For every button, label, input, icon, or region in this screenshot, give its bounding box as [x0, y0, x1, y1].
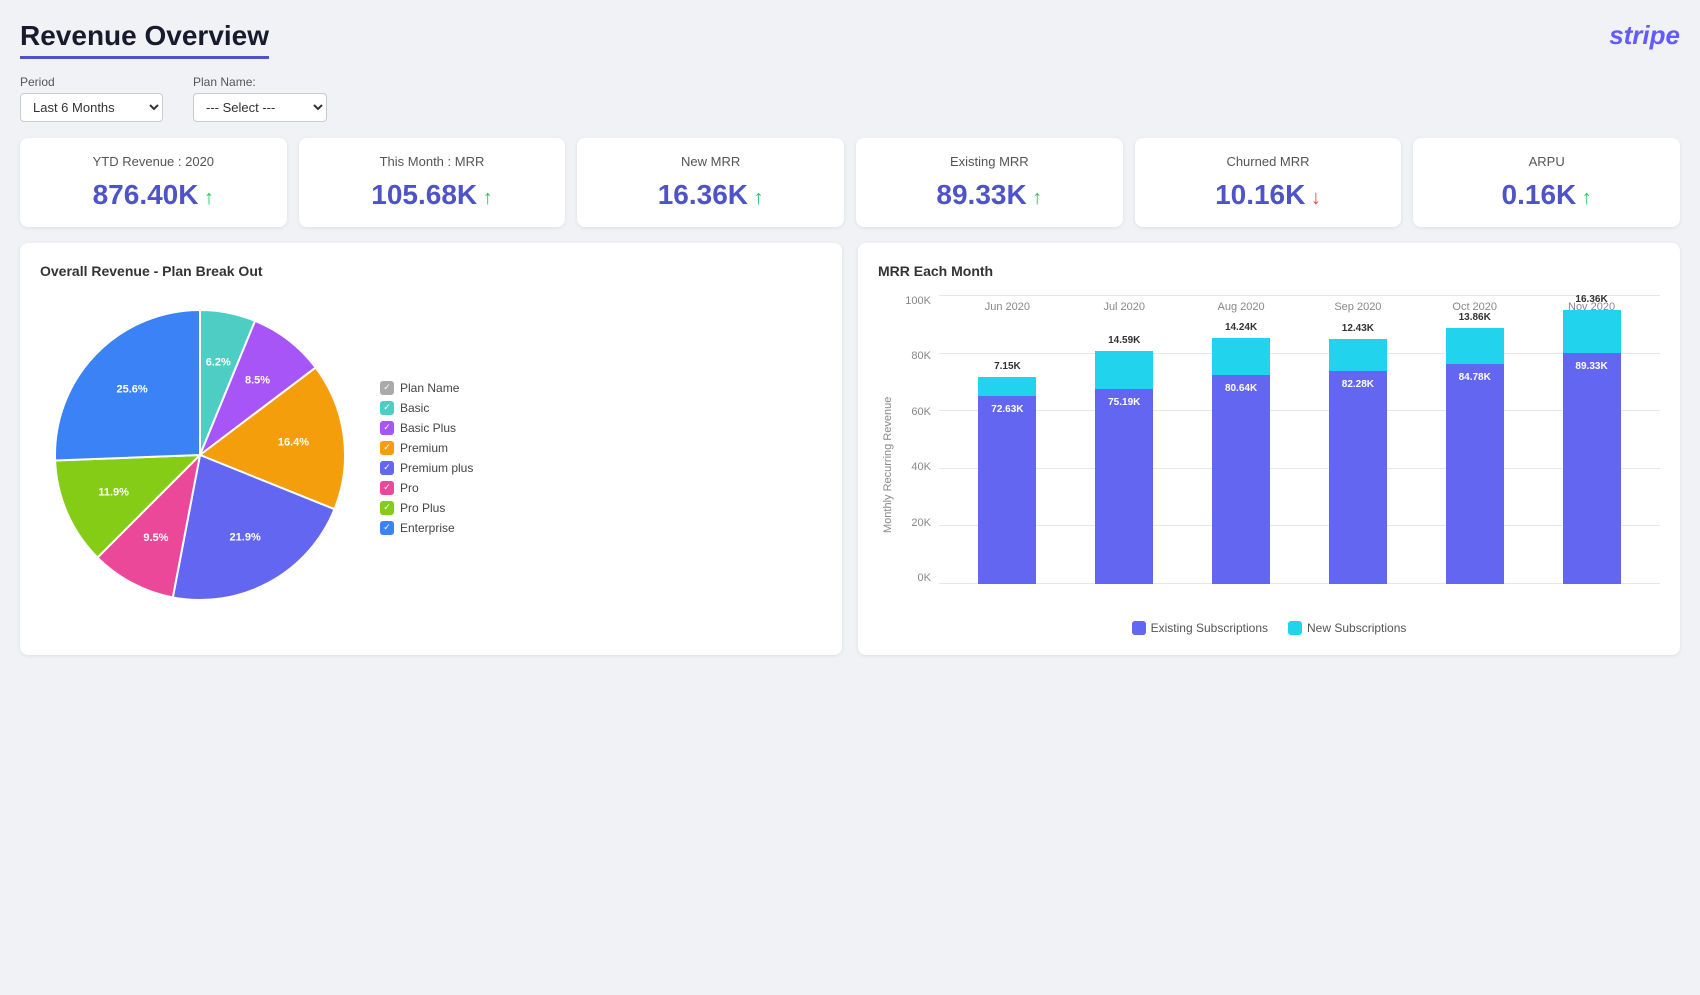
- charts-row: Overall Revenue - Plan Break Out 6.2% 8.…: [20, 243, 1680, 655]
- svg-text:6.2%: 6.2%: [206, 356, 231, 368]
- trend-up-icon: ↑: [198, 187, 214, 209]
- kpi-row: YTD Revenue : 2020 876.40K ↑ This Month …: [20, 138, 1680, 227]
- kpi-label: ARPU: [1433, 154, 1660, 169]
- bar-group: 7.15K 72.63K: [972, 377, 1042, 584]
- kpi-card: YTD Revenue : 2020 876.40K ↑: [20, 138, 287, 227]
- bar-new: 7.15K: [978, 377, 1036, 396]
- plan-select[interactable]: --- Select ---BasicBasic PlusPremiumPrem…: [193, 93, 327, 122]
- bar-legend-item: Existing Subscriptions: [1132, 621, 1268, 635]
- svg-text:9.5%: 9.5%: [143, 532, 168, 544]
- kpi-label: Existing MRR: [876, 154, 1103, 169]
- kpi-label: New MRR: [597, 154, 824, 169]
- bar-chart-area: Monthly Recurring Revenue 100K 80K 60K 40K 2…: [878, 295, 1660, 635]
- bar-stack: 14.59K 75.19K: [1095, 351, 1153, 584]
- trend-up-icon: ↑: [748, 187, 764, 209]
- y-tick: 100K: [894, 295, 931, 307]
- legend-item: ✓Basic Plus: [380, 421, 473, 435]
- page-title: Revenue Overview: [20, 20, 269, 59]
- plan-filter: Plan Name: --- Select ---BasicBasic Plus…: [193, 75, 327, 122]
- plan-label: Plan Name:: [193, 75, 327, 89]
- bar-existing: 75.19K: [1095, 389, 1153, 584]
- bar-stack: 12.43K 82.28K: [1329, 339, 1387, 584]
- bar-new: 12.43K: [1329, 339, 1387, 371]
- y-tick: 60K: [894, 406, 931, 418]
- bar-group: 14.24K 80.64K: [1206, 338, 1276, 584]
- pie-chart-card: Overall Revenue - Plan Break Out 6.2% 8.…: [20, 243, 842, 655]
- bar-stack: 16.36K 89.33K: [1563, 310, 1621, 584]
- stripe-logo: stripe: [1609, 20, 1680, 51]
- kpi-value: 876.40K ↑: [40, 179, 267, 211]
- y-tick: 0K: [894, 572, 931, 584]
- legend-item: ✓Basic: [380, 401, 473, 415]
- y-axis-label: Monthly Recurring Revenue: [878, 295, 894, 609]
- bar-new: 13.86K: [1446, 328, 1504, 364]
- bar-legend-item: New Subscriptions: [1288, 621, 1406, 635]
- svg-text:11.9%: 11.9%: [98, 487, 129, 499]
- kpi-card: New MRR 16.36K ↑: [577, 138, 844, 227]
- page-header: Revenue Overview stripe: [20, 20, 1680, 59]
- bar-existing: 84.78K: [1446, 364, 1504, 584]
- trend-up-icon: ↑: [1576, 187, 1592, 209]
- bar-new: 16.36K: [1563, 310, 1621, 352]
- bar-group: 14.59K 75.19K: [1089, 351, 1159, 584]
- legend-title: ✓Plan Name: [380, 381, 473, 395]
- bar-chart-card: MRR Each Month Monthly Recurring Revenue…: [858, 243, 1680, 655]
- bar-existing: 89.33K: [1563, 353, 1621, 584]
- kpi-value: 105.68K ↑: [319, 179, 546, 211]
- legend-item: ✓Pro: [380, 481, 473, 495]
- y-tick: 80K: [894, 350, 931, 362]
- y-axis: 100K 80K 60K 40K 20K 0K: [894, 295, 939, 609]
- kpi-card: ARPU 0.16K ↑: [1413, 138, 1680, 227]
- kpi-value: 0.16K ↑: [1433, 179, 1660, 211]
- svg-text:16.4%: 16.4%: [278, 437, 309, 449]
- kpi-card: This Month : MRR 105.68K ↑: [299, 138, 566, 227]
- y-tick: 40K: [894, 461, 931, 473]
- y-tick: 20K: [894, 517, 931, 529]
- legend-item: ✓Pro Plus: [380, 501, 473, 515]
- bar-legend: Existing Subscriptions New Subscriptions: [878, 621, 1660, 635]
- svg-text:8.5%: 8.5%: [245, 374, 270, 386]
- bar-group: 12.43K 82.28K: [1323, 339, 1393, 584]
- kpi-label: This Month : MRR: [319, 154, 546, 169]
- bars-area: 7.15K 72.63K 14.59K 75.19K 14.24K 80.64K: [939, 295, 1660, 609]
- bar-new: 14.24K: [1212, 338, 1270, 375]
- bar-stack: 13.86K 84.78K: [1446, 328, 1504, 584]
- bar-chart-title: MRR Each Month: [878, 263, 1660, 279]
- kpi-card: Existing MRR 89.33K ↑: [856, 138, 1123, 227]
- pie-container: 6.2% 8.5% 16.4% 21.9% 9.5% 11.9% 25.6% ✓…: [40, 295, 822, 620]
- trend-up-icon: ↑: [477, 187, 493, 209]
- bar-stack: 7.15K 72.63K: [978, 377, 1036, 584]
- trend-up-icon: ↑: [1027, 187, 1043, 209]
- kpi-value: 16.36K ↑: [597, 179, 824, 211]
- bar-stack: 14.24K 80.64K: [1212, 338, 1270, 584]
- svg-text:21.9%: 21.9%: [230, 532, 261, 544]
- bar-group: 16.36K 89.33K: [1557, 310, 1627, 584]
- legend-item: ✓Premium plus: [380, 461, 473, 475]
- legend-item: ✓Enterprise: [380, 521, 473, 535]
- bar-existing: 72.63K: [978, 396, 1036, 584]
- svg-text:25.6%: 25.6%: [117, 384, 148, 396]
- pie-chart-title: Overall Revenue - Plan Break Out: [40, 263, 822, 279]
- bar-chart-inner: Monthly Recurring Revenue 100K 80K 60K 40K 2…: [878, 295, 1660, 609]
- kpi-value: 10.16K ↓: [1155, 179, 1382, 211]
- period-label: Period: [20, 75, 163, 89]
- bar-existing: 80.64K: [1212, 375, 1270, 584]
- kpi-value: 89.33K ↑: [876, 179, 1103, 211]
- period-select[interactable]: Last 6 MonthsLast 3 MonthsLast 12 Months…: [20, 93, 163, 122]
- kpi-label: YTD Revenue : 2020: [40, 154, 267, 169]
- bar-existing: 82.28K: [1329, 371, 1387, 584]
- period-filter: Period Last 6 MonthsLast 3 MonthsLast 12…: [20, 75, 163, 122]
- filters-row: Period Last 6 MonthsLast 3 MonthsLast 12…: [20, 75, 1680, 122]
- bars-row: 7.15K 72.63K 14.59K 75.19K 14.24K 80.64K: [939, 295, 1660, 584]
- bar-group: 13.86K 84.78K: [1440, 328, 1510, 584]
- pie-legend: ✓Plan Name ✓Basic ✓Basic Plus ✓Premium ✓Prem…: [380, 381, 473, 535]
- kpi-label: Churned MRR: [1155, 154, 1382, 169]
- bar-new: 14.59K: [1095, 351, 1153, 389]
- kpi-card: Churned MRR 10.16K ↓: [1135, 138, 1402, 227]
- trend-down-icon: ↓: [1305, 187, 1321, 209]
- pie-svg: 6.2% 8.5% 16.4% 21.9% 9.5% 11.9% 25.6%: [40, 295, 360, 620]
- legend-item: ✓Premium: [380, 441, 473, 455]
